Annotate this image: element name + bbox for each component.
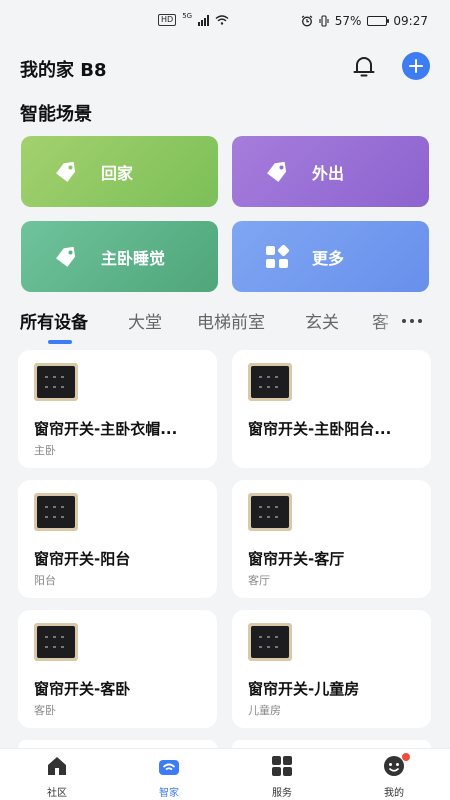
scene-label: 回家 bbox=[101, 163, 134, 183]
signal-icon bbox=[198, 14, 210, 26]
device-card[interactable]: 窗帘开关-主卧阳台... bbox=[232, 350, 431, 468]
scene-card-sleep[interactable]: 主卧睡觉 bbox=[21, 221, 218, 292]
add-button[interactable] bbox=[402, 52, 430, 80]
nav-smart-home[interactable]: 智家 bbox=[139, 755, 199, 799]
header: 我的家 B8 bbox=[0, 44, 450, 88]
device-card-partial[interactable] bbox=[18, 740, 217, 748]
nav-label: 社区 bbox=[47, 788, 67, 799]
device-card-partial[interactable] bbox=[232, 740, 431, 748]
bottom-nav: 社区 智家 服务 我的 bbox=[0, 748, 450, 800]
room-tabs: 所有设备 大堂 电梯前室 玄关 客 bbox=[20, 306, 430, 346]
device-name: 窗帘开关-主卧阳台... bbox=[248, 420, 392, 438]
tab-indicator bbox=[48, 340, 72, 344]
battery-percent: 57% bbox=[334, 14, 362, 28]
device-room: 主卧 bbox=[34, 444, 56, 457]
grid-icon bbox=[272, 756, 292, 776]
tab-all-devices[interactable]: 所有设备 bbox=[20, 308, 88, 333]
device-room: 客厅 bbox=[248, 574, 270, 587]
alarm-icon bbox=[301, 15, 313, 27]
tag-icon bbox=[262, 157, 292, 187]
tag-icon bbox=[51, 157, 81, 187]
device-name: 窗帘开关-客厅 bbox=[248, 550, 345, 568]
scene-label: 外出 bbox=[312, 163, 345, 183]
status-left: HD 5G bbox=[158, 12, 229, 26]
wifi-icon bbox=[215, 15, 229, 25]
nav-services[interactable]: 服务 bbox=[252, 755, 312, 799]
device-room: 儿童房 bbox=[248, 704, 281, 717]
more-tabs-icon[interactable] bbox=[402, 316, 426, 326]
device-card[interactable]: 窗帘开关-客卧 客卧 bbox=[18, 610, 217, 728]
device-room: 阳台 bbox=[34, 574, 56, 587]
nav-label: 服务 bbox=[272, 788, 292, 799]
scenes-title: 智能场景 bbox=[20, 104, 92, 125]
clock: 09:27 bbox=[393, 14, 428, 28]
vibrate-icon bbox=[319, 15, 329, 27]
grid-shapes-icon bbox=[262, 242, 292, 272]
tab-entrance[interactable]: 玄关 bbox=[305, 308, 339, 333]
switch-panel-icon bbox=[34, 623, 78, 661]
scene-label: 主卧睡觉 bbox=[101, 248, 166, 268]
scene-card-more[interactable]: 更多 bbox=[232, 221, 429, 292]
nav-community[interactable]: 社区 bbox=[27, 755, 87, 799]
scene-card-away[interactable]: 外出 bbox=[232, 136, 429, 207]
scene-label: 更多 bbox=[312, 248, 345, 268]
bell-icon[interactable] bbox=[350, 52, 378, 80]
device-name: 窗帘开关-主卧衣帽... bbox=[34, 420, 178, 438]
switch-panel-icon bbox=[248, 363, 292, 401]
device-card[interactable]: 窗帘开关-儿童房 儿童房 bbox=[232, 610, 431, 728]
device-name: 窗帘开关-客卧 bbox=[34, 680, 131, 698]
switch-panel-icon bbox=[34, 363, 78, 401]
nav-label: 智家 bbox=[159, 788, 179, 799]
status-right: 57% 09:27 bbox=[301, 14, 428, 28]
status-bar: HD 5G 57% 09:27 bbox=[0, 0, 450, 44]
switch-panel-icon bbox=[34, 493, 78, 531]
device-card[interactable]: 窗帘开关-主卧衣帽... 主卧 bbox=[18, 350, 217, 468]
tab-fade bbox=[375, 306, 410, 346]
nav-profile[interactable]: 我的 bbox=[364, 753, 424, 799]
plus-icon bbox=[409, 59, 423, 73]
tab-lobby[interactable]: 大堂 bbox=[128, 308, 162, 333]
notification-dot bbox=[402, 753, 410, 761]
home-icon bbox=[48, 757, 66, 775]
home-title[interactable]: 我的家 B8 bbox=[20, 56, 107, 82]
switch-panel-icon bbox=[248, 623, 292, 661]
battery-icon bbox=[367, 16, 390, 26]
device-name: 窗帘开关-儿童房 bbox=[248, 680, 360, 698]
tab-elevator-hall[interactable]: 电梯前室 bbox=[197, 308, 265, 333]
nav-label: 我的 bbox=[384, 788, 404, 799]
device-room: 客卧 bbox=[34, 704, 56, 717]
scene-card-home[interactable]: 回家 bbox=[21, 136, 218, 207]
switch-panel-icon bbox=[248, 493, 292, 531]
device-card[interactable]: 窗帘开关-客厅 客厅 bbox=[232, 480, 431, 598]
device-card[interactable]: 窗帘开关-阳台 阳台 bbox=[18, 480, 217, 598]
tag-icon bbox=[51, 242, 81, 272]
network-type: 5G bbox=[182, 12, 193, 20]
smart-home-wifi-icon bbox=[159, 760, 179, 775]
device-name: 窗帘开关-阳台 bbox=[34, 550, 131, 568]
hd-badge: HD bbox=[158, 14, 177, 26]
